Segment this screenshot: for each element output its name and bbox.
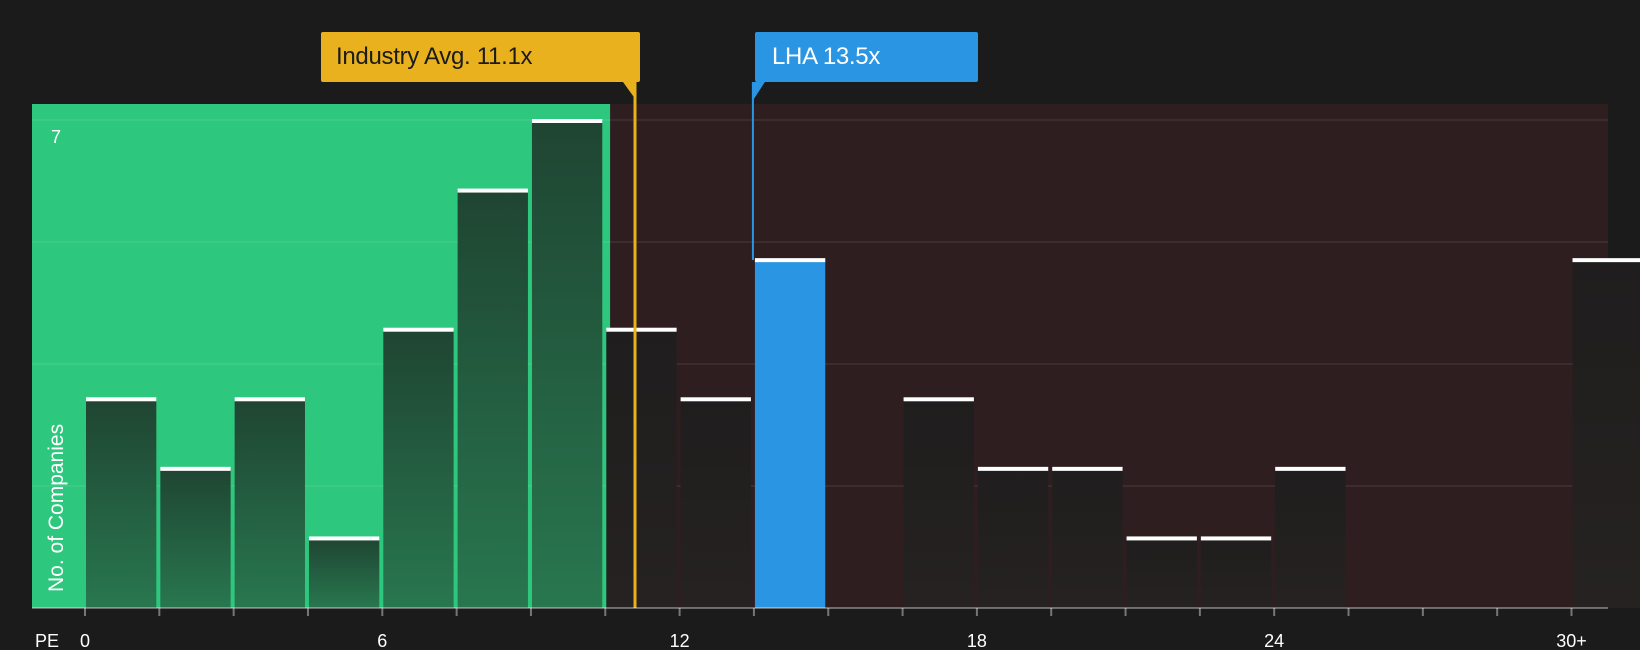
bar-cap — [234, 397, 305, 402]
bar-cap — [1572, 258, 1640, 263]
histogram-bar — [1052, 468, 1123, 608]
bar-cap — [308, 536, 380, 541]
bar-cap — [1200, 536, 1272, 541]
bar-cap — [1126, 536, 1197, 541]
industry-average-callout: Industry Avg. 11.1x — [321, 32, 640, 82]
histogram-bar — [308, 538, 380, 608]
histogram-bar — [903, 399, 974, 608]
pe-histogram-chart: 0 6 12 18 24 30+ No. of Companies 7 PE — [32, 82, 1640, 650]
bar-cap — [754, 258, 826, 263]
histogram-bar — [383, 329, 454, 608]
histogram-bar — [680, 399, 751, 608]
bar-cap — [1275, 466, 1346, 471]
histogram-bar — [86, 399, 157, 608]
bar-cap — [977, 466, 1049, 471]
company-pe-callout: LHA 13.5x — [755, 32, 978, 82]
histogram-bar — [457, 190, 528, 609]
bar-cap — [383, 327, 454, 332]
bar-cap — [903, 397, 974, 402]
x-tick-label: 12 — [670, 631, 690, 650]
histogram-bar — [1126, 538, 1197, 608]
x-tick-label: 18 — [967, 631, 987, 650]
x-tick-label: 6 — [377, 631, 387, 650]
bar-cap — [86, 397, 157, 402]
company-bar — [754, 260, 826, 608]
histogram-bar — [1572, 260, 1640, 608]
x-tick-label: 30+ — [1556, 631, 1587, 650]
y-tick-label: 7 — [51, 127, 61, 147]
bar-cap — [457, 188, 528, 193]
company-pe-label: LHA 13.5x — [772, 43, 881, 70]
x-tick-label: 0 — [80, 631, 90, 650]
histogram-bar — [234, 399, 305, 608]
bar-cap — [680, 397, 751, 402]
bar-cap — [531, 119, 603, 123]
histogram-bar — [977, 468, 1049, 608]
bar-cap — [606, 327, 677, 332]
bar-cap — [1052, 466, 1123, 471]
x-axis-label: PE — [35, 631, 59, 650]
histogram-bar — [531, 121, 603, 608]
y-axis-label: No. of Companies — [45, 424, 68, 592]
histogram-bar — [1200, 538, 1272, 608]
histogram-bar — [606, 329, 677, 608]
bar-cap — [160, 466, 231, 471]
histogram-bar — [1275, 468, 1346, 608]
x-tick-label: 24 — [1264, 631, 1284, 650]
histogram-bar — [160, 468, 231, 608]
industry-average-label: Industry Avg. 11.1x — [336, 43, 533, 70]
